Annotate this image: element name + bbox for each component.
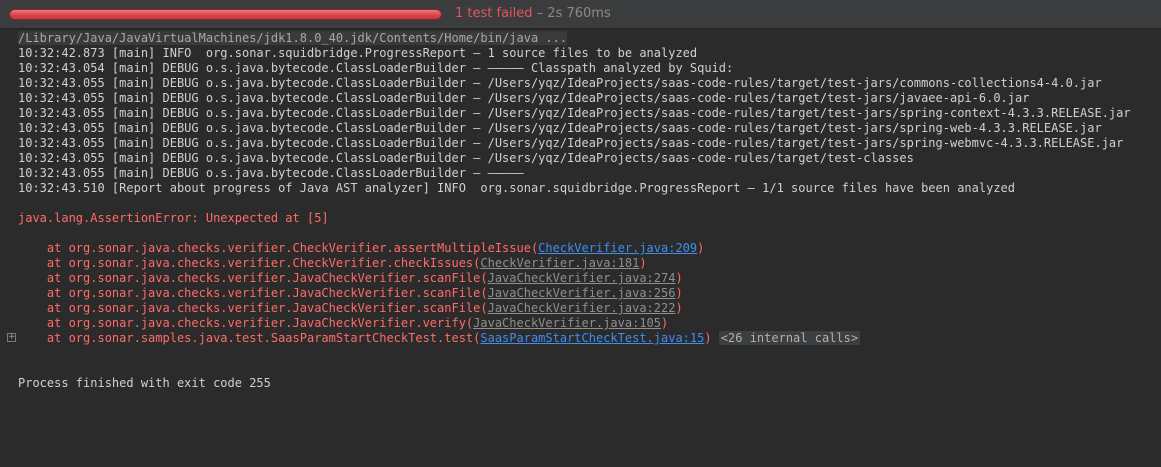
log-line: 10:32:43.055 [main] DEBUG o.s.java.bytec… [18,166,524,180]
stack-frame: at org.sonar.java.checks.verifier.JavaCh… [18,301,1161,316]
stack-trace: at org.sonar.java.checks.verifier.CheckV… [18,241,1161,346]
java-command-text[interactable]: /Library/Java/JavaVirtualMachines/jdk1.8… [18,31,568,45]
console-output[interactable]: /Library/Java/JavaVirtualMachines/jdk1.8… [18,31,1161,391]
stack-frame: at org.sonar.java.checks.verifier.JavaCh… [18,316,1161,331]
test-progress-fill [10,10,441,19]
stack-frame: at org.sonar.java.checks.verifier.JavaCh… [18,271,1161,286]
source-location-link[interactable]: SaasParamStartCheckTest.java:15 [480,331,704,345]
stack-frame-method: at org.sonar.java.checks.verifier.JavaCh… [18,316,474,330]
stack-frame-close-paren: ) [704,331,712,345]
source-location-link[interactable]: JavaCheckVerifier.java:256 [488,286,676,300]
stack-frame-close-paren: ) [639,256,647,270]
test-duration: 2s 760ms [547,6,611,21]
stack-frame-method: at org.sonar.java.checks.verifier.JavaCh… [18,301,488,315]
stack-frame-method: at org.sonar.java.checks.verifier.JavaCh… [18,286,488,300]
tests-failed-count: 1 test failed [455,6,533,21]
source-location-link[interactable]: CheckVerifier.java:181 [480,256,639,270]
stack-frame-close-paren: ) [697,241,705,255]
log-line: 10:32:43.055 [main] DEBUG o.s.java.bytec… [18,151,914,165]
source-location-link[interactable]: JavaCheckVerifier.java:274 [488,271,676,285]
log-line: 10:32:43.055 [main] DEBUG o.s.java.bytec… [18,136,1124,150]
test-status-text: 1 test failed – 2s 760ms [455,6,611,21]
log-lines: 10:32:42.873 [main] INFO org.sonar.squid… [18,46,1161,196]
stack-frame-close-paren: ) [675,286,683,300]
stack-frame-close-paren: ) [675,301,683,315]
stack-frame-close-paren: ) [661,316,669,330]
log-line: 10:32:43.510 [Report about progress of J… [18,181,1015,195]
error-message: java.lang.AssertionError: Unexpected at … [18,211,329,225]
log-line: 10:32:43.055 [main] DEBUG o.s.java.bytec… [18,91,1030,105]
exit-code-line: Process finished with exit code 255 [18,376,271,390]
status-separator: – [532,6,548,21]
log-line: 10:32:42.873 [main] INFO org.sonar.squid… [18,46,698,60]
test-status-bar: 1 test failed – 2s 760ms [0,0,1161,29]
source-location-link[interactable]: CheckVerifier.java:209 [538,241,697,255]
stack-frame-method: at org.sonar.java.checks.verifier.JavaCh… [18,271,488,285]
expand-icon[interactable]: + [7,333,16,342]
log-line: 10:32:43.055 [main] DEBUG o.s.java.bytec… [18,121,1102,135]
stack-frame: at org.sonar.java.checks.verifier.CheckV… [18,256,1161,271]
source-location-link[interactable]: JavaCheckVerifier.java:105 [473,316,661,330]
stack-frame-method: at org.sonar.java.checks.verifier.CheckV… [18,241,539,255]
log-line: 10:32:43.055 [main] DEBUG o.s.java.bytec… [18,106,1131,120]
source-location-link[interactable]: JavaCheckVerifier.java:222 [488,301,676,315]
java-command-line[interactable]: /Library/Java/JavaVirtualMachines/jdk1.8… [18,31,1161,46]
test-progress-bar [9,9,442,20]
stack-frame: at org.sonar.java.checks.verifier.JavaCh… [18,286,1161,301]
log-line: 10:32:43.054 [main] DEBUG o.s.java.bytec… [18,61,734,75]
log-line: 10:32:43.055 [main] DEBUG o.s.java.bytec… [18,76,1102,90]
internal-calls-toggle[interactable]: <26 internal calls> [718,331,861,345]
console-gutter [0,29,16,467]
stack-frame-method: at org.sonar.samples.java.test.SaasParam… [18,331,481,345]
stack-frame-method: at org.sonar.java.checks.verifier.CheckV… [18,256,481,270]
stack-frame: at org.sonar.samples.java.test.SaasParam… [18,331,1161,346]
stack-frame-close-paren: ) [675,271,683,285]
stack-frame: at org.sonar.java.checks.verifier.CheckV… [18,241,1161,256]
